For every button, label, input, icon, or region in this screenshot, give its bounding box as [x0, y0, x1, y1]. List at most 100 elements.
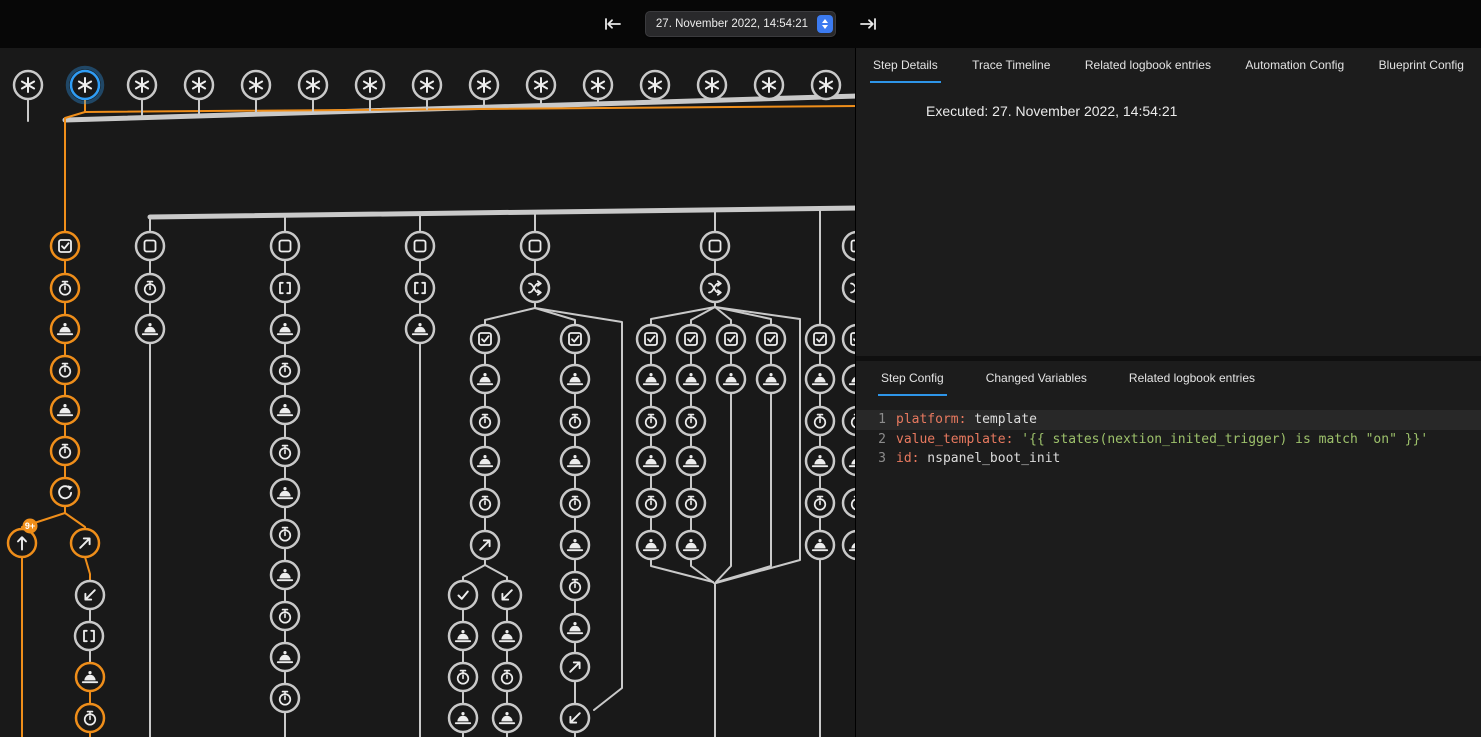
trace-node-timer[interactable]	[51, 274, 79, 302]
trace-node-dome[interactable]	[806, 531, 834, 559]
trace-node-arrow-down-left[interactable]	[561, 704, 589, 732]
next-run-button[interactable]	[854, 13, 882, 35]
trace-node-brackets[interactable]	[406, 274, 434, 302]
trace-node-dome[interactable]	[471, 365, 499, 393]
trace-node-asterisk[interactable]	[14, 71, 42, 99]
tab-automation-config[interactable]: Automation Config	[1242, 48, 1347, 83]
trace-node-asterisk[interactable]	[68, 68, 103, 103]
trace-node-dome[interactable]	[449, 704, 477, 732]
trace-node-dome[interactable]	[449, 622, 477, 650]
trace-node-asterisk[interactable]	[584, 71, 612, 99]
trace-node-asterisk[interactable]	[185, 71, 213, 99]
tab-related-logbook-entries[interactable]: Related logbook entries	[1082, 48, 1214, 83]
trace-node-timer[interactable]	[677, 407, 705, 435]
trace-node-asterisk[interactable]	[812, 71, 840, 99]
trace-node-dome[interactable]	[561, 365, 589, 393]
trace-node-checkbox[interactable]	[51, 232, 79, 260]
trace-node-dome[interactable]	[637, 447, 665, 475]
run-select[interactable]: 27. November 2022, 14:54:21	[645, 11, 836, 37]
trace-node-asterisk[interactable]	[128, 71, 156, 99]
trace-node-checkbox[interactable]	[757, 325, 785, 353]
trace-node-asterisk[interactable]	[413, 71, 441, 99]
trace-node-timer[interactable]	[449, 663, 477, 691]
trace-node-dome[interactable]	[271, 315, 299, 343]
tab-trace-timeline[interactable]: Trace Timeline	[969, 48, 1053, 83]
trace-node-asterisk[interactable]	[470, 71, 498, 99]
trace-node-dome[interactable]	[561, 614, 589, 642]
trace-node-arrow-up-right[interactable]	[71, 529, 99, 557]
trace-node-shuffle[interactable]	[521, 274, 549, 302]
trace-node-timer[interactable]	[471, 407, 499, 435]
tab-changed-variables[interactable]: Changed Variables	[983, 361, 1090, 396]
trace-node-square[interactable]	[406, 232, 434, 260]
trace-node-asterisk[interactable]	[755, 71, 783, 99]
code-line[interactable]: 1platform: template	[856, 410, 1481, 430]
trace-node-timer[interactable]	[76, 704, 104, 732]
trace-node-asterisk[interactable]	[356, 71, 384, 99]
trace-node-arrow-down-left[interactable]	[76, 581, 104, 609]
trace-node-timer[interactable]	[271, 520, 299, 548]
trace-node-dome[interactable]	[406, 315, 434, 343]
trace-node-checkbox[interactable]	[717, 325, 745, 353]
code-line[interactable]: 3id: nspanel_boot_init	[856, 449, 1481, 469]
trace-node-dome[interactable]	[136, 315, 164, 343]
trace-node-shuffle[interactable]	[701, 274, 729, 302]
trace-node-square[interactable]	[136, 232, 164, 260]
tab-blueprint-config[interactable]: Blueprint Config	[1376, 48, 1467, 83]
trace-node-asterisk[interactable]	[242, 71, 270, 99]
tab-related-logbook-entries[interactable]: Related logbook entries	[1126, 361, 1258, 396]
trace-node-dome[interactable]	[561, 531, 589, 559]
previous-run-button[interactable]	[599, 13, 627, 35]
trace-node-asterisk[interactable]	[641, 71, 669, 99]
tab-step-details[interactable]: Step Details	[870, 48, 941, 83]
trace-node-dome[interactable]	[677, 365, 705, 393]
trace-node-brackets[interactable]	[75, 622, 103, 650]
trace-node-dome[interactable]	[493, 622, 521, 650]
trace-node-timer[interactable]	[561, 572, 589, 600]
trace-node-checkbox[interactable]	[806, 325, 834, 353]
trace-node-dome[interactable]	[493, 704, 521, 732]
trace-node-checkbox[interactable]	[471, 325, 499, 353]
yaml-editor[interactable]: 1platform: template2value_template: '{{ …	[856, 396, 1481, 737]
trace-node-dome[interactable]	[471, 447, 499, 475]
trace-node-timer[interactable]	[271, 356, 299, 384]
trace-node-dome[interactable]	[561, 447, 589, 475]
trace-node-timer[interactable]	[136, 274, 164, 302]
trace-node-timer[interactable]	[561, 489, 589, 517]
trace-node-square[interactable]	[521, 232, 549, 260]
trace-node-timer[interactable]	[51, 356, 79, 384]
trace-node-arrow-up-right[interactable]	[561, 653, 589, 681]
trace-node-square[interactable]	[271, 232, 299, 260]
trace-node-timer[interactable]	[561, 407, 589, 435]
trace-node-arrow-up-right[interactable]	[471, 531, 499, 559]
trace-node-timer[interactable]	[806, 489, 834, 517]
trace-node-dome[interactable]	[271, 479, 299, 507]
trace-node-timer[interactable]	[271, 602, 299, 630]
trace-node-checkbox[interactable]	[677, 325, 705, 353]
tab-step-config[interactable]: Step Config	[878, 361, 947, 396]
trace-node-checkbox[interactable]	[561, 325, 589, 353]
trace-node-square[interactable]	[701, 232, 729, 260]
trace-node-dome[interactable]	[76, 663, 104, 691]
trace-node-checkbox[interactable]	[637, 325, 665, 353]
trace-node-dome[interactable]	[271, 396, 299, 424]
code-line[interactable]: 2value_template: '{{ states(nextion_init…	[856, 430, 1481, 450]
trace-node-dome[interactable]	[51, 396, 79, 424]
trace-node-timer[interactable]	[271, 438, 299, 466]
trace-node-dome[interactable]	[806, 447, 834, 475]
trace-node-dome[interactable]	[757, 365, 785, 393]
trace-node-dome[interactable]	[677, 531, 705, 559]
trace-node-asterisk[interactable]	[527, 71, 555, 99]
trace-node-timer[interactable]	[493, 663, 521, 691]
trace-node-timer[interactable]	[637, 489, 665, 517]
trace-node-dome[interactable]	[271, 643, 299, 671]
trace-node-asterisk[interactable]	[299, 71, 327, 99]
trace-node-dome[interactable]	[806, 365, 834, 393]
trace-node-timer[interactable]	[637, 407, 665, 435]
trace-node-timer[interactable]	[471, 489, 499, 517]
trace-node-timer[interactable]	[271, 684, 299, 712]
trace-node-dome[interactable]	[637, 365, 665, 393]
trace-node-timer[interactable]	[677, 489, 705, 517]
trace-node-timer[interactable]	[51, 437, 79, 465]
trace-node-dome[interactable]	[677, 447, 705, 475]
